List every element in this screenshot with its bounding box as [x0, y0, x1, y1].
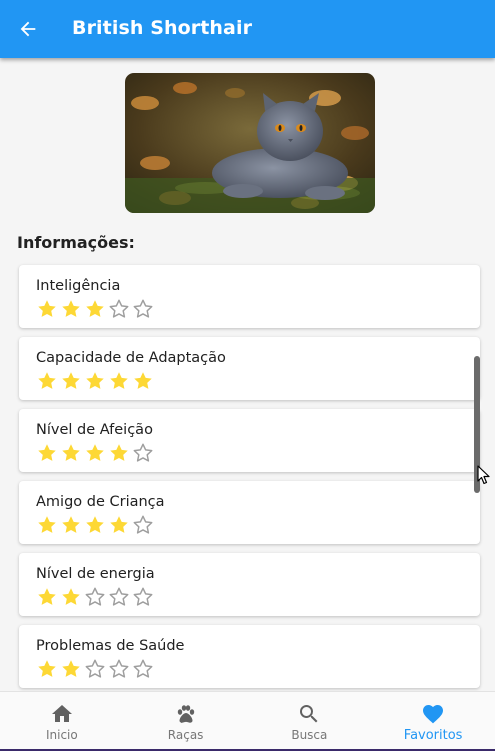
rating-label: Problemas de Saúde — [36, 638, 185, 654]
home-icon — [51, 705, 72, 722]
bottom-navigation: Inicio Raças Busca Favoritos — [0, 691, 495, 750]
star-filled-icon — [86, 516, 104, 533]
rating-card-health: Problemas de Saúde — [19, 625, 480, 688]
rating-card-affection: Nível de Afeição — [19, 409, 480, 472]
star-filled-icon — [62, 516, 80, 533]
rating-label: Amigo de Criança — [36, 494, 165, 510]
star-filled-icon — [110, 516, 128, 533]
rating-card-energy: Nível de energia — [19, 553, 480, 616]
star-filled-icon — [38, 516, 56, 533]
star-filled-icon — [38, 372, 56, 389]
star-empty-icon — [133, 659, 153, 678]
nav-item-favoritos[interactable]: Favoritos — [371, 692, 495, 750]
cat-photo — [125, 73, 375, 213]
rating-label: Inteligência — [36, 278, 121, 294]
star-rating — [35, 514, 155, 536]
app-bar: British Shorthair — [0, 0, 495, 58]
mouse-cursor-icon — [477, 465, 490, 485]
section-title: Informações: — [17, 233, 135, 252]
star-rating — [35, 586, 155, 608]
star-filled-icon — [110, 444, 128, 461]
star-filled-icon — [62, 444, 80, 461]
star-filled-icon — [62, 300, 80, 317]
nav-label: Inicio — [45, 728, 78, 742]
star-filled-icon — [134, 372, 152, 389]
star-rating — [35, 442, 155, 464]
star-filled-icon — [86, 372, 104, 389]
nav-label: Busca — [291, 728, 328, 742]
paw-icon — [177, 705, 194, 723]
search-icon — [300, 705, 318, 723]
nav-label: Raças — [167, 728, 204, 742]
star-empty-icon — [109, 659, 129, 678]
star-empty-icon — [85, 587, 105, 606]
rating-label: Nível de Afeição — [36, 422, 153, 438]
nav-item-inicio[interactable]: Inicio — [0, 692, 124, 750]
star-filled-icon — [110, 372, 128, 389]
rating-card-child-friendly: Amigo de Criança — [19, 481, 480, 544]
star-rating — [35, 298, 155, 320]
star-empty-icon — [109, 299, 129, 318]
star-empty-icon — [133, 299, 153, 318]
star-rating — [35, 658, 155, 680]
nav-item-racas[interactable]: Raças — [124, 692, 248, 750]
heart-icon — [423, 705, 444, 724]
rating-label: Nível de energia — [36, 566, 155, 582]
details-content[interactable]: Informações: Inteligência Capacidade de … — [0, 58, 495, 691]
rating-card-adaptability: Capacidade de Adaptação — [19, 337, 480, 400]
rating-card-intelligence: Inteligência — [19, 265, 480, 328]
star-rating — [35, 370, 155, 392]
star-filled-icon — [62, 588, 80, 605]
star-filled-icon — [38, 444, 56, 461]
nav-item-busca[interactable]: Busca — [248, 692, 372, 750]
star-filled-icon — [38, 588, 56, 605]
star-filled-icon — [62, 372, 80, 389]
page-title: British Shorthair — [72, 17, 253, 39]
star-filled-icon — [62, 660, 80, 677]
back-button[interactable] — [14, 15, 42, 43]
star-empty-icon — [85, 659, 105, 678]
nav-label: Favoritos — [403, 728, 463, 743]
arrow-back-icon — [20, 21, 36, 37]
star-filled-icon — [86, 300, 104, 317]
rating-label: Capacidade de Adaptação — [36, 350, 226, 366]
star-filled-icon — [38, 660, 56, 677]
star-empty-icon — [133, 443, 153, 462]
star-filled-icon — [86, 444, 104, 461]
star-filled-icon — [38, 300, 56, 317]
star-empty-icon — [133, 515, 153, 534]
star-empty-icon — [133, 587, 153, 606]
star-empty-icon — [109, 587, 129, 606]
